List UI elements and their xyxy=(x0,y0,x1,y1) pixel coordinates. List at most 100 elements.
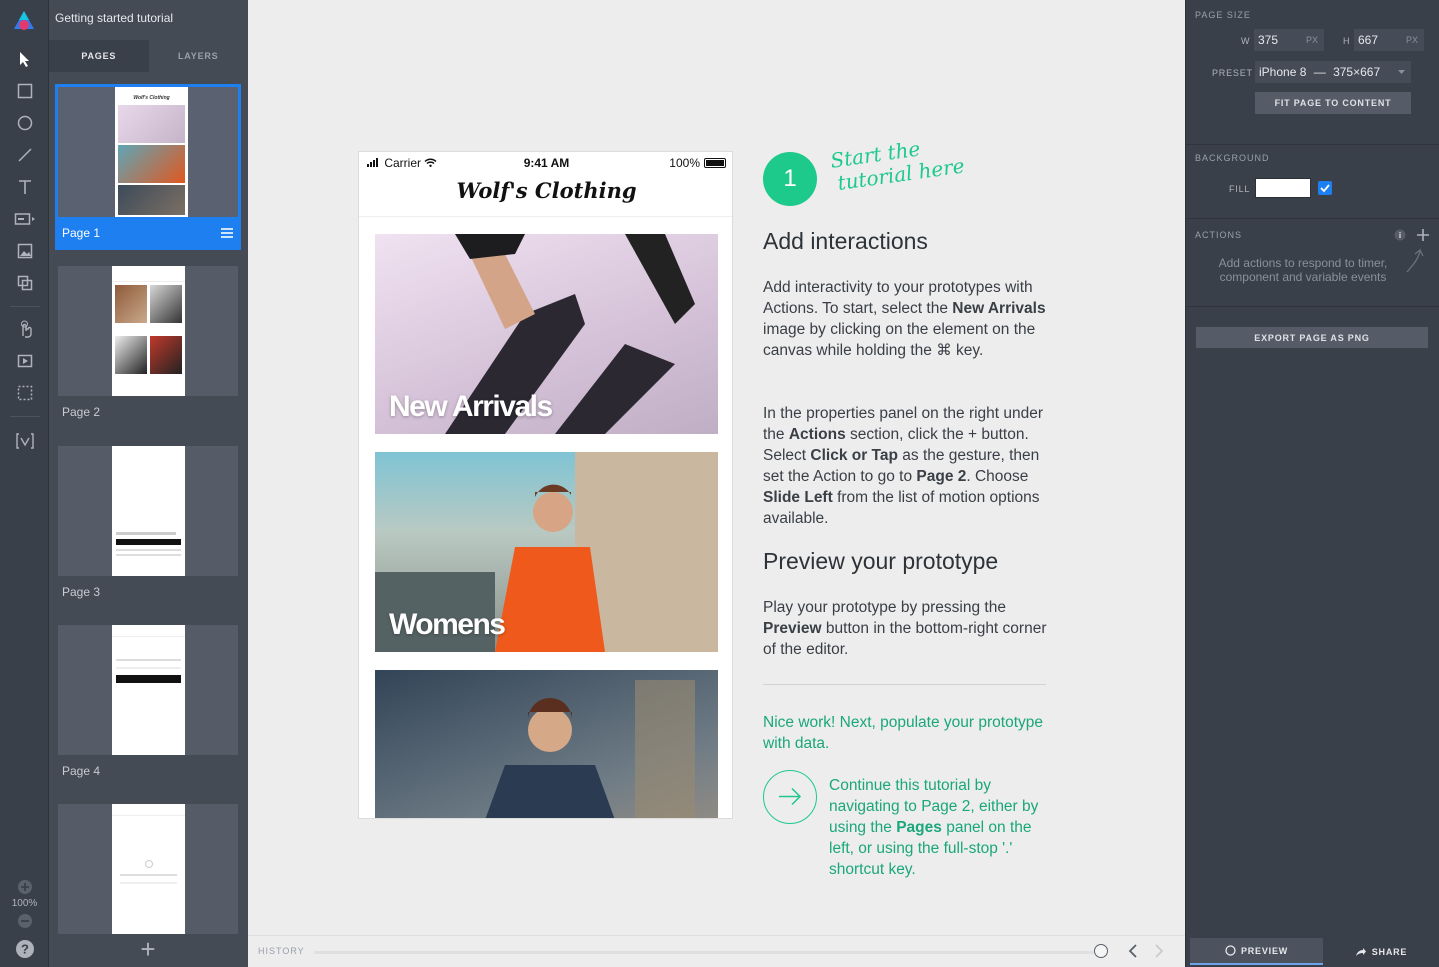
share-label: SHARE xyxy=(1371,946,1408,957)
height-value: 667 xyxy=(1358,33,1379,47)
text-tool-icon[interactable] xyxy=(12,176,38,198)
next-arrow-icon[interactable] xyxy=(763,770,817,824)
media-tool-icon[interactable] xyxy=(12,350,38,372)
interaction-tool-icon[interactable] xyxy=(12,318,38,340)
fill-checkbox[interactable] xyxy=(1318,181,1332,195)
zoom-in-icon[interactable] xyxy=(12,876,38,898)
preset-dash: — xyxy=(1313,65,1326,79)
page-menu-icon[interactable] xyxy=(221,228,233,238)
step-badge: 1 xyxy=(763,152,817,206)
ellipse-tool-icon[interactable] xyxy=(12,112,38,134)
background-title: BACKGROUND xyxy=(1195,153,1270,163)
page-name: Page 2 xyxy=(62,405,101,419)
womens-image[interactable]: Womens xyxy=(375,452,718,652)
add-page-button[interactable]: + xyxy=(137,936,159,962)
help-icon[interactable]: ? xyxy=(12,938,38,960)
component-tool-icon[interactable] xyxy=(12,208,38,230)
hint-arrow-icon xyxy=(1406,248,1424,273)
new-arrivals-image[interactable]: New Arrivals xyxy=(375,234,718,434)
components-library-icon[interactable] xyxy=(12,272,38,294)
page-thumbnail-2[interactable]: Page 2 xyxy=(55,266,241,426)
share-icon xyxy=(1355,947,1366,956)
canvas[interactable]: Carrier 9:41 AM 100% Wolf's Clothing New… xyxy=(248,0,1185,935)
zoom-level: 100% xyxy=(11,898,38,909)
history-forward-icon[interactable] xyxy=(1154,944,1164,958)
preset-device: iPhone 8 xyxy=(1259,65,1307,79)
section-divider xyxy=(763,684,1046,685)
page-thumbnail-4[interactable]: Page 4 xyxy=(55,625,241,785)
share-button[interactable]: SHARE xyxy=(1326,938,1436,965)
tab-layers[interactable]: LAYERS xyxy=(149,40,249,72)
paragraph-3: Play your prototype by pressing the Prev… xyxy=(763,599,1047,658)
history-slider-track[interactable] xyxy=(314,951,1094,954)
image-tool-icon[interactable] xyxy=(12,240,38,262)
handwritten-note: Start the tutorial here xyxy=(829,132,966,196)
page-name: Page 3 xyxy=(62,585,101,599)
battery: 100% xyxy=(669,156,726,170)
status-bar: Carrier 9:41 AM 100% xyxy=(359,152,732,172)
width-value: 375 xyxy=(1258,33,1279,47)
section-separator xyxy=(1186,218,1439,219)
page-name: Page 4 xyxy=(62,764,101,778)
info-icon[interactable] xyxy=(1394,229,1406,241)
womens-label: Womens xyxy=(389,608,506,641)
page-thumbnail-5[interactable] xyxy=(55,804,241,934)
actions-hint: Add actions to respond to timer, compone… xyxy=(1218,256,1388,284)
height-label: H xyxy=(1343,36,1351,46)
thumb-brand: Wolf's Clothing xyxy=(115,87,188,103)
battery-icon xyxy=(704,158,726,168)
height-input[interactable]: 667 PX xyxy=(1354,29,1424,51)
page-thumbnail-frame xyxy=(58,446,238,576)
artboard-page-1[interactable]: Carrier 9:41 AM 100% Wolf's Clothing New… xyxy=(358,151,733,819)
history-back-icon[interactable] xyxy=(1128,944,1138,958)
zoom-out-icon[interactable] xyxy=(12,910,38,932)
pages-panel: Getting started tutorial PAGES LAYERS Wo… xyxy=(49,0,248,967)
page-thumbnail-image xyxy=(112,804,185,934)
app-logo-icon[interactable] xyxy=(13,10,35,32)
preset-select[interactable]: iPhone 8 — 375×667 xyxy=(1255,61,1411,83)
paragraph-2: In the properties panel on the right und… xyxy=(763,405,1044,527)
select-tool-icon[interactable] xyxy=(12,48,38,70)
actions-title: ACTIONS xyxy=(1195,230,1243,240)
history-slider-handle[interactable] xyxy=(1094,944,1108,958)
chevron-down-icon xyxy=(1398,70,1405,74)
variables-icon[interactable] xyxy=(12,430,38,452)
export-page-as-png-button[interactable]: EXPORT PAGE AS PNG xyxy=(1196,327,1428,348)
page-thumbnail-3[interactable]: Page 3 xyxy=(55,446,241,606)
hotspot-tool-icon[interactable] xyxy=(12,382,38,404)
fill-color-swatch[interactable] xyxy=(1255,178,1311,198)
fill-label: FILL xyxy=(1229,184,1251,194)
panel-tabs: PAGES LAYERS xyxy=(49,40,248,72)
preview-button[interactable]: PREVIEW xyxy=(1190,938,1323,965)
fit-page-to-content-button[interactable]: FIT PAGE TO CONTENT xyxy=(1255,92,1411,114)
tool-rail: 100% ? xyxy=(0,0,49,967)
continue-text: Continue this tutorial by navigating to … xyxy=(829,777,1039,878)
tab-pages[interactable]: PAGES xyxy=(49,40,149,72)
preview-icon xyxy=(1225,945,1236,956)
rectangle-tool-icon[interactable] xyxy=(12,80,38,102)
checkmark-icon xyxy=(1320,184,1330,193)
heading-add-interactions: Add interactions xyxy=(763,228,928,254)
page-thumbnail-frame xyxy=(58,266,238,396)
page-size-title: PAGE SIZE xyxy=(1195,10,1251,20)
heading-preview: Preview your prototype xyxy=(763,548,999,574)
mens-image[interactable] xyxy=(375,670,718,818)
page-thumbnail-frame: Wolf's Clothing xyxy=(58,87,238,217)
tool-separator xyxy=(10,416,40,417)
new-arrivals-label: New Arrivals xyxy=(389,390,553,423)
height-unit: PX xyxy=(1405,35,1418,45)
history-bar: HISTORY xyxy=(248,935,1185,967)
page-thumbnail-1[interactable]: Wolf's Clothing Page 1 xyxy=(55,84,241,250)
line-tool-icon[interactable] xyxy=(12,144,38,166)
add-action-icon[interactable] xyxy=(1416,228,1430,242)
page-name: Page 1 xyxy=(62,226,101,240)
width-input[interactable]: 375 PX xyxy=(1254,29,1324,51)
preview-label: PREVIEW xyxy=(1240,945,1289,956)
tool-separator xyxy=(10,306,40,307)
mens-illustration xyxy=(485,680,695,818)
section-separator xyxy=(1186,144,1439,145)
properties-panel: PAGE SIZE W 375 PX H 667 PX PRESET iPhon… xyxy=(1185,0,1439,967)
preset-label: PRESET xyxy=(1212,68,1253,78)
document-title: Getting started tutorial xyxy=(55,11,174,25)
battery-percent: 100% xyxy=(669,156,700,170)
